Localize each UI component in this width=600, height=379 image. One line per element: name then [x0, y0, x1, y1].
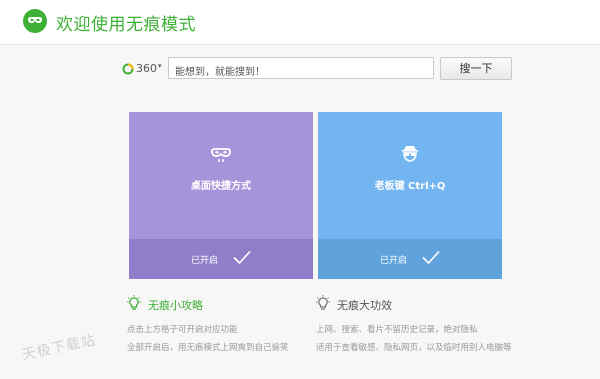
- tip-line: 点击上方格子可开启对应功能: [127, 325, 238, 335]
- card-footer: 已开启: [129, 239, 313, 279]
- card-desktop-shortcut[interactable]: 桌面快捷方式 已开启: [129, 112, 313, 279]
- search-engine-selector[interactable]: 360 ▾: [120, 60, 168, 78]
- mask-logo-icon: [23, 9, 47, 33]
- boss-key-icon: [398, 142, 422, 166]
- lightbulb-icon: [316, 295, 330, 312]
- watermark: 天极下载站: [20, 332, 98, 364]
- search-input[interactable]: 能想到，就能搜到！: [168, 57, 434, 79]
- mask-icon: [209, 142, 233, 166]
- card-footer: 已开启: [318, 239, 502, 279]
- lightbulb-icon: [127, 295, 141, 312]
- header-bar: 欢迎使用无痕模式: [0, 0, 600, 45]
- engine-logo-icon: [122, 63, 134, 75]
- card-boss-key[interactable]: 老板键 Ctrl+Q 已开启: [318, 112, 502, 279]
- page-title: 欢迎使用无痕模式: [56, 15, 196, 35]
- check-icon: [422, 250, 440, 265]
- card-title: 老板键 Ctrl+Q: [374, 181, 446, 192]
- card-status: 已开启: [191, 256, 219, 266]
- card-title: 桌面快捷方式: [191, 181, 251, 192]
- search-button[interactable]: 搜一下: [440, 57, 512, 80]
- tip-line: 上网、搜索、看片不留历史记录，绝对隐私: [316, 325, 478, 335]
- engine-label: 360: [136, 62, 157, 75]
- tip-line: 全部开启后，用无痕模式上网爽到自己偷笑: [127, 343, 289, 353]
- tip-line: 适用于查看敏感、隐私网页，以及临时用别人电脑等: [316, 343, 512, 353]
- chevron-down-icon: ▾: [158, 62, 162, 70]
- tips-heading: 无痕大功效: [337, 299, 392, 312]
- tips-heading: 无痕小攻略: [148, 299, 203, 312]
- card-status: 已开启: [380, 256, 408, 266]
- check-icon: [233, 250, 251, 265]
